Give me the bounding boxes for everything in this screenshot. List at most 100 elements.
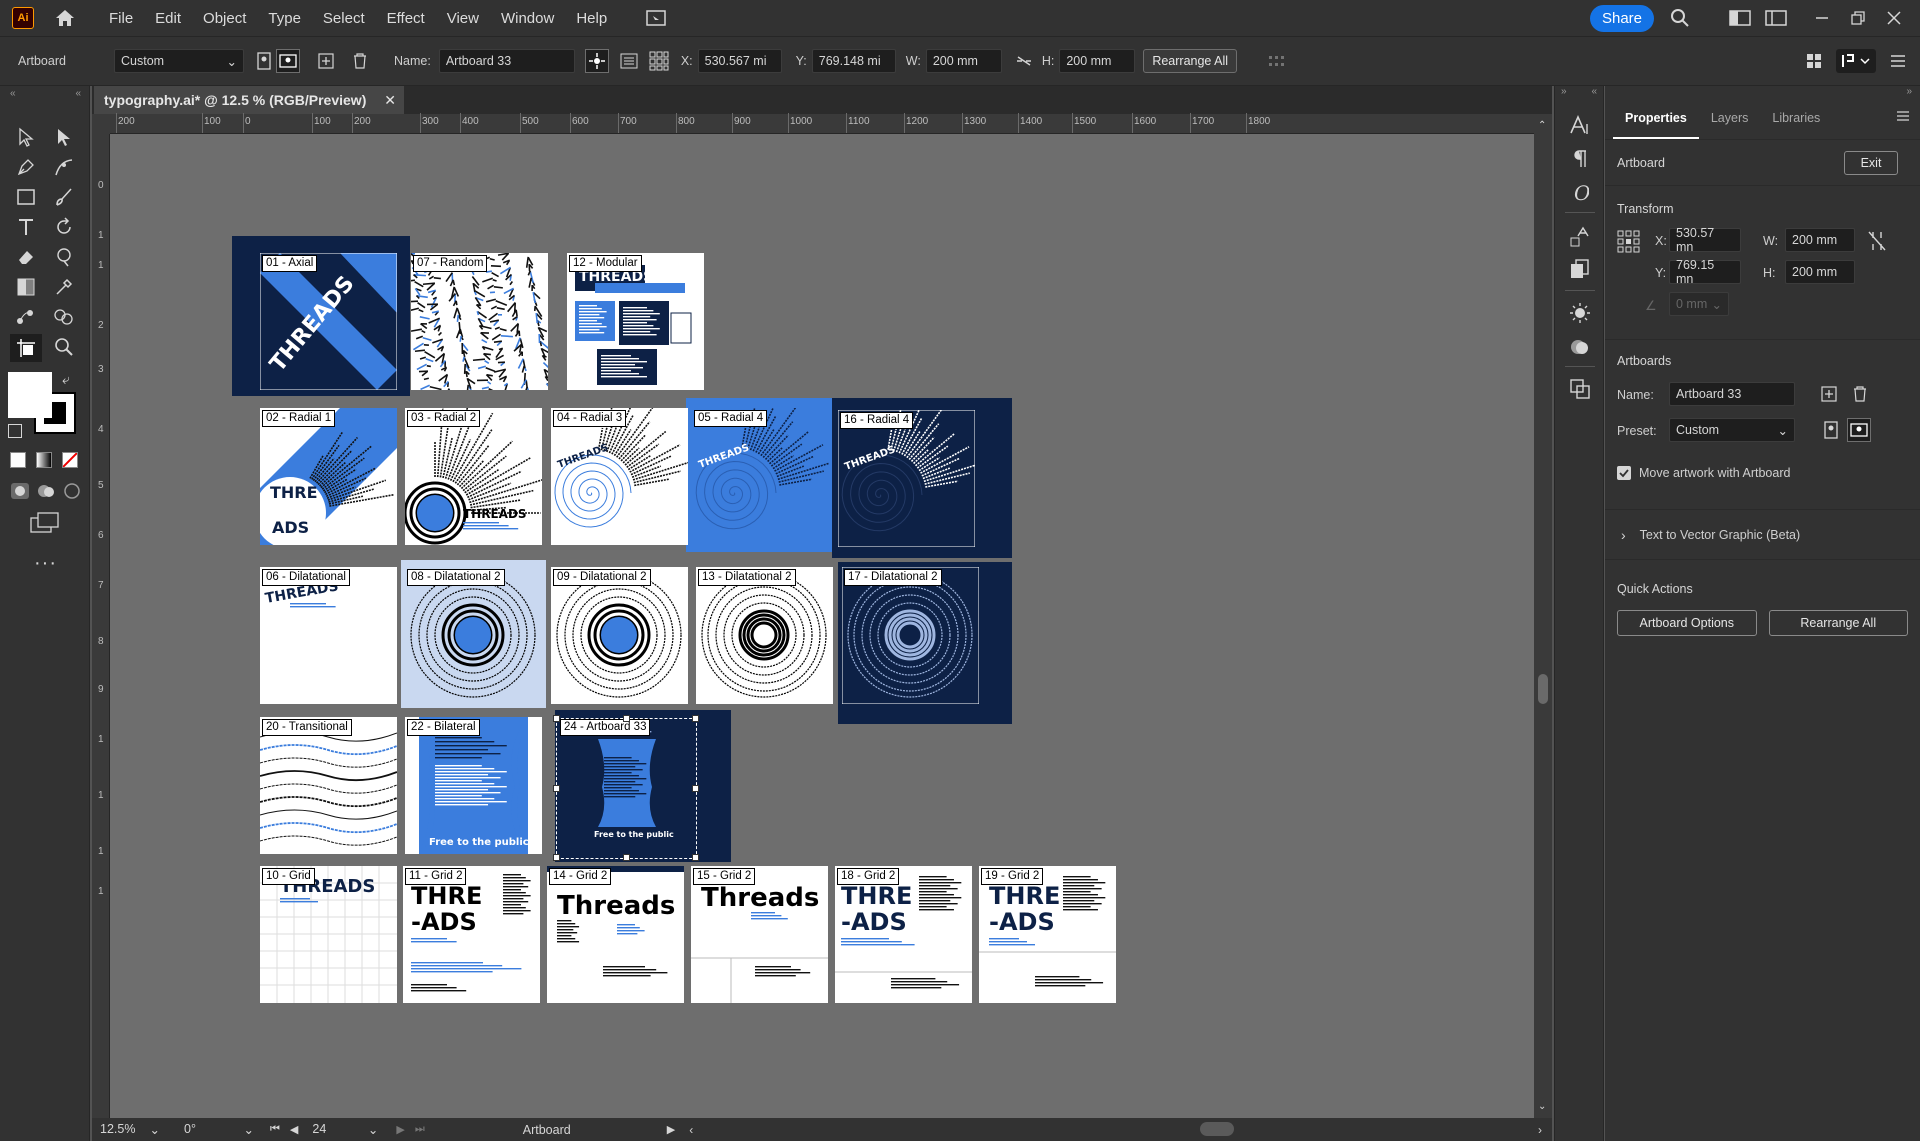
artboard[interactable]: THRE -ADS 18 - Grid 2 <box>835 866 972 1003</box>
distribute-icon[interactable] <box>1267 49 1291 73</box>
delete-artboard-icon[interactable] <box>1853 386 1867 405</box>
artboard-label[interactable]: 10 - Grid <box>262 868 315 885</box>
transform-h-input[interactable]: 200 mm <box>1785 260 1855 284</box>
transform-grid-icon[interactable] <box>647 49 671 73</box>
panel-rearrange-all-button[interactable]: Rearrange All <box>1768 610 1908 636</box>
constrain-proportions-icon[interactable] <box>1012 49 1036 73</box>
menu-select[interactable]: Select <box>312 10 376 27</box>
warp-tool-icon[interactable] <box>50 244 78 270</box>
workspace-icon[interactable] <box>1728 6 1752 30</box>
collapse-panel-icon[interactable]: » <box>1906 86 1912 97</box>
shape-builder-tool-icon[interactable] <box>50 304 78 330</box>
character-panel-icon[interactable] <box>1566 112 1594 138</box>
collapse-icon[interactable]: « <box>1591 86 1597 97</box>
pen-tool-icon[interactable] <box>12 154 40 180</box>
zoom-dropdown[interactable]: 12.5% ⌄ <box>100 1122 160 1137</box>
first-artboard-icon[interactable]: ⏮ <box>270 1123 280 1136</box>
menu-window[interactable]: Window <box>490 10 565 27</box>
type-tool-icon[interactable] <box>12 214 40 240</box>
eraser-tool-icon[interactable] <box>12 244 40 270</box>
arrange-documents-icon[interactable] <box>644 6 668 30</box>
artboard[interactable]: 17 - Dilatational 2 <box>841 566 980 705</box>
collapse-icon[interactable]: « <box>10 88 16 99</box>
vertical-scrollbar[interactable]: ⌃ ⌄ <box>1534 114 1552 1118</box>
gradient-mode-icon[interactable] <box>36 452 52 468</box>
delete-artboard-icon[interactable] <box>348 49 372 73</box>
artboard[interactable]: THRE -ADS 11 - Grid 2 <box>403 866 540 1003</box>
minimize-icon[interactable] <box>1810 6 1834 30</box>
resize-handle[interactable] <box>553 784 560 792</box>
resize-handle[interactable] <box>692 715 699 722</box>
vertical-ruler[interactable]: 0 1 1 2 3 4 5 6 7 8 9 1 1 1 1 <box>92 134 110 1118</box>
artboard-label[interactable]: 11 - Grid 2 <box>405 868 467 885</box>
resize-handle[interactable] <box>622 854 630 861</box>
resize-handle[interactable] <box>692 784 699 792</box>
menu-edit[interactable]: Edit <box>144 10 192 27</box>
artboard-label[interactable]: 09 - Dilatational 2 <box>553 569 651 586</box>
menu-effect[interactable]: Effect <box>376 10 436 27</box>
artboard-options-button[interactable]: Artboard Options <box>1617 610 1757 636</box>
artboard-label[interactable]: 14 - Grid 2 <box>549 868 612 885</box>
arrange-grid-icon[interactable] <box>1802 49 1826 73</box>
artboard-name-input[interactable]: Artboard 33 <box>438 49 575 73</box>
status-mode[interactable]: Artboard <box>523 1123 633 1137</box>
menu-help[interactable]: Help <box>565 10 618 27</box>
artboard-label[interactable]: 18 - Grid 2 <box>837 868 900 885</box>
artboard-label[interactable]: 02 - Radial 1 <box>262 410 336 427</box>
artboard-label[interactable]: 15 - Grid 2 <box>693 868 756 885</box>
canvas[interactable]: THREADS 01 - Axial 07 - Random THREADS 12 - … <box>110 134 1534 1118</box>
styles-panel-icon[interactable] <box>1566 256 1594 282</box>
panel-landscape-icon[interactable] <box>1847 418 1871 442</box>
artboard[interactable]: THREADS 05 - Radial 4 <box>692 398 836 545</box>
artboard-label[interactable]: 03 - Radial 2 <box>407 410 481 427</box>
draw-behind-icon[interactable] <box>36 482 54 498</box>
rotate-tool-icon[interactable] <box>50 214 78 240</box>
new-artboard-icon[interactable] <box>314 49 338 73</box>
y-input[interactable]: 769.148 mi <box>811 49 896 73</box>
horizontal-scroll-thumb[interactable] <box>1200 1122 1234 1136</box>
search-icon[interactable] <box>1668 6 1692 30</box>
portrait-icon[interactable] <box>252 49 276 73</box>
constrain-width-height-icon[interactable] <box>1867 230 1887 255</box>
glyphs-panel-icon[interactable] <box>1566 224 1594 250</box>
artboard[interactable]: Threads 14 - Grid 2 <box>547 866 684 1003</box>
document-tab[interactable]: typography.ai* @ 12.5 % (RGB/Preview) ✕ <box>94 86 404 114</box>
artboard-label[interactable]: 06 - Dilatational <box>262 569 350 586</box>
x-input[interactable]: 530.567 mi <box>697 49 782 73</box>
swap-colors-icon[interactable]: ⤶ <box>62 371 70 388</box>
artboard[interactable]: 09 - Dilatational 2 <box>551 567 688 704</box>
scroll-down-icon[interactable]: ⌄ <box>1538 1101 1546 1112</box>
pathfinder-panel-icon[interactable] <box>1566 376 1594 402</box>
draw-inside-icon[interactable] <box>62 482 80 499</box>
transform-y-input[interactable]: 769.15 mn <box>1669 258 1741 286</box>
menu-view[interactable]: View <box>436 10 490 27</box>
home-icon[interactable] <box>52 7 78 29</box>
scroll-thumb[interactable] <box>1538 674 1548 704</box>
more-tools-icon[interactable]: ··· <box>34 552 57 575</box>
artboard-label[interactable]: 17 - Dilatational 2 <box>844 569 942 586</box>
artboard-label[interactable]: 05 - Radial 4 <box>694 410 768 427</box>
menu-object[interactable]: Object <box>192 10 257 27</box>
artboard-label[interactable]: 08 - Dilatational 2 <box>407 569 505 586</box>
resize-handle[interactable] <box>553 854 560 861</box>
resize-handle[interactable] <box>692 854 699 861</box>
panel-layout-icon[interactable] <box>1764 6 1788 30</box>
fill-swatch-front[interactable] <box>8 372 52 418</box>
artboard[interactable]: THREADS 12 - Modular <box>567 253 704 390</box>
artboard-label[interactable]: 19 - Grid 2 <box>981 868 1044 885</box>
reference-point-icon[interactable] <box>584 49 609 73</box>
artboard[interactable]: Threads 15 - Grid 2 <box>691 866 828 1003</box>
angle-input[interactable]: 0 mm ⌄ <box>1669 292 1729 316</box>
panel-portrait-icon[interactable] <box>1819 418 1843 442</box>
tab-layers[interactable]: Layers <box>1699 111 1761 139</box>
exit-button[interactable]: Exit <box>1844 150 1898 175</box>
panel-preset-dropdown[interactable]: Custom ⌄ <box>1669 418 1795 442</box>
paragraph-panel-icon[interactable] <box>1566 146 1594 172</box>
last-artboard-icon[interactable]: ⏭ <box>415 1123 425 1136</box>
artboard-label[interactable]: 12 - Modular <box>569 255 642 272</box>
expand-icon[interactable]: » <box>1561 86 1567 97</box>
zoom-tool-icon[interactable] <box>50 334 78 360</box>
scroll-left-icon[interactable]: ‹ <box>689 1123 693 1137</box>
artboard-label[interactable]: 16 - Radial 4 <box>840 412 914 429</box>
gradient-tool-icon[interactable] <box>12 274 40 300</box>
